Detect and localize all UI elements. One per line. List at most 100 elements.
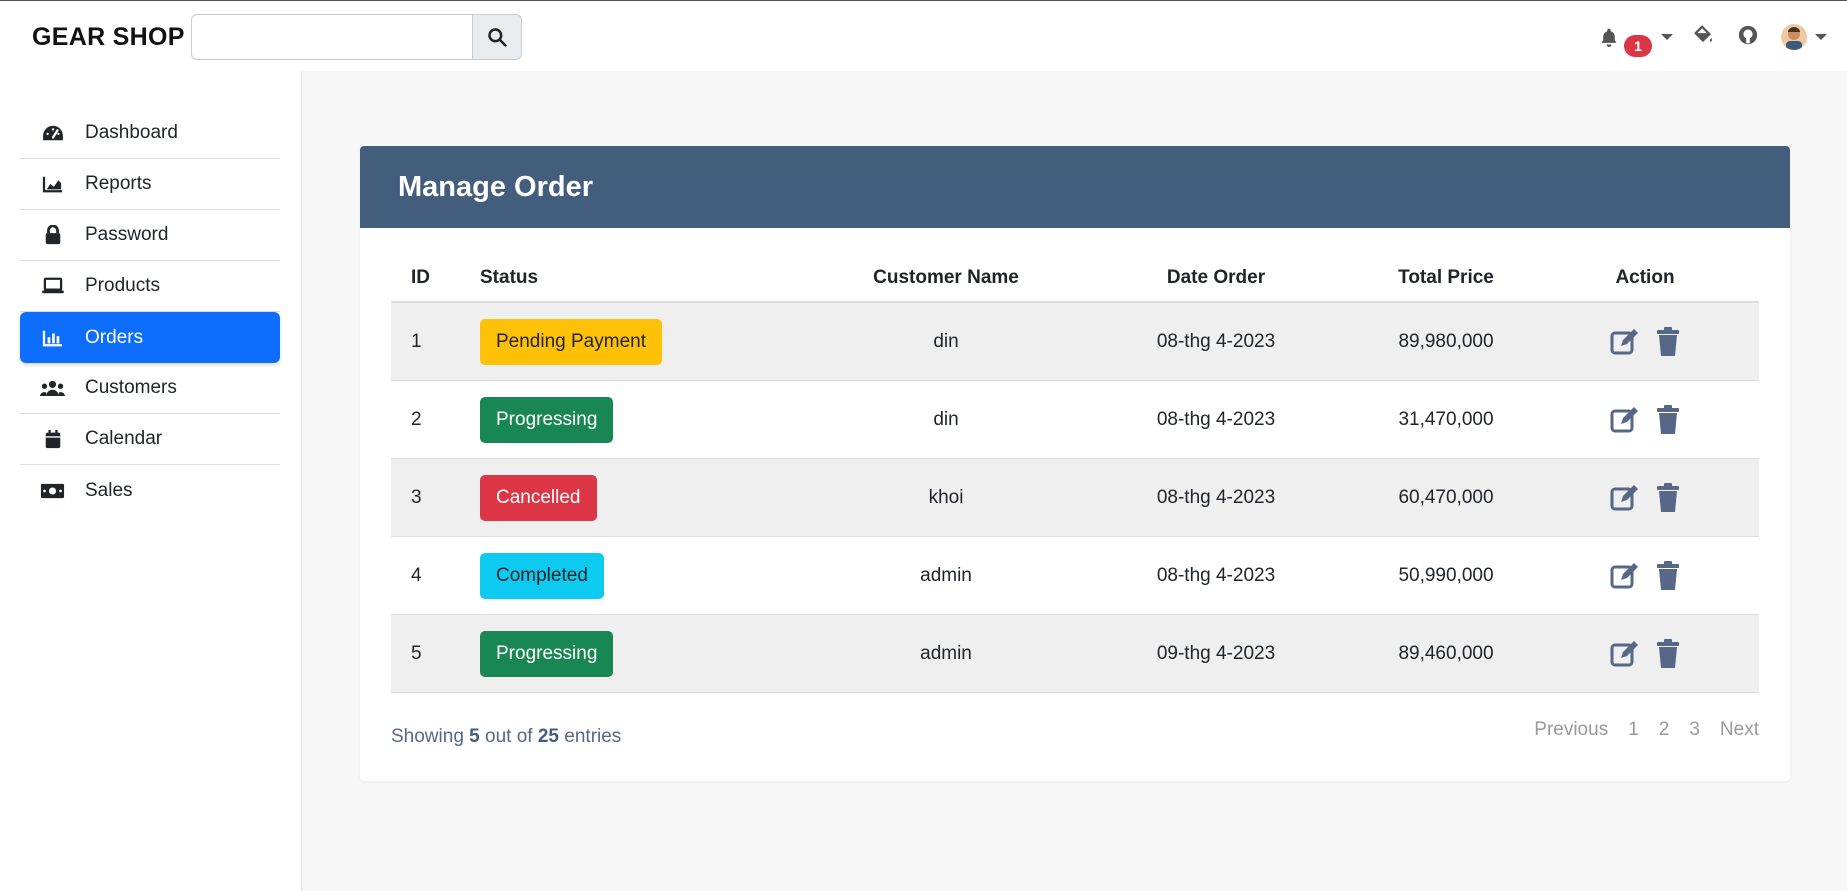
cell-date: 08-thg 4-2023	[1156, 408, 1276, 430]
notifications-dropdown[interactable]: 1	[1599, 26, 1673, 57]
cell-date: 08-thg 4-2023	[1156, 486, 1276, 508]
cell-customer: din	[933, 408, 959, 430]
cell-customer: admin	[920, 642, 972, 664]
header-action: Action	[1615, 267, 1675, 288]
sidebar-item-reports[interactable]: Reports	[20, 159, 280, 210]
row-actions	[1531, 404, 1759, 435]
edit-icon[interactable]	[1610, 639, 1640, 669]
card-header: Manage Order	[360, 146, 1790, 228]
sidebar-item-label: Password	[85, 224, 169, 245]
header-date[interactable]: Date Order	[1071, 267, 1361, 289]
gauge-icon	[40, 124, 65, 142]
orders-table: ID Status Customer Name Date Order Total…	[391, 255, 1759, 693]
table-row: 5 Progressing admin 09-thg 4-2023 89,460…	[391, 615, 1759, 693]
table-row: 3 Cancelled khoi 08-thg 4-2023 60,470,00…	[391, 459, 1759, 537]
chart-bar-icon	[40, 329, 65, 347]
summary-text: Showing	[391, 726, 464, 747]
cell-id: 2	[411, 408, 422, 430]
sidebar-item-label: Customers	[85, 377, 177, 398]
chart-area-icon	[40, 175, 65, 193]
cell-total: 31,470,000	[1398, 408, 1494, 430]
github-link[interactable]	[1737, 24, 1759, 51]
header-id[interactable]: ID	[391, 267, 480, 289]
header-customer[interactable]: Customer Name	[821, 267, 1071, 289]
table-row: 2 Progressing din 08-thg 4-2023 31,470,0…	[391, 381, 1759, 459]
sidebar-item-label: Reports	[85, 173, 152, 194]
users-icon	[40, 379, 65, 397]
table-row: 1 Pending Payment din 08-thg 4-2023 89,9…	[391, 303, 1759, 381]
total-count: 25	[537, 726, 559, 747]
cell-total: 60,470,000	[1398, 486, 1494, 508]
trash-icon[interactable]	[1656, 638, 1680, 669]
pagination: Previous 1 2 3 Next	[1534, 719, 1759, 741]
edit-icon[interactable]	[1610, 327, 1640, 357]
status-badge[interactable]: Completed	[480, 552, 604, 599]
pagination-page[interactable]: 3	[1689, 719, 1700, 741]
top-navbar: GEAR SHOP 1	[0, 0, 1847, 71]
cell-id: 3	[411, 486, 422, 508]
sidebar-item-label: Sales	[85, 479, 133, 501]
sidebar-item-label: Calendar	[85, 428, 163, 449]
search-button[interactable]	[472, 14, 522, 60]
avatar	[1781, 24, 1807, 50]
row-actions	[1531, 560, 1759, 591]
user-menu[interactable]	[1781, 24, 1827, 50]
trash-icon[interactable]	[1656, 404, 1680, 435]
search-input[interactable]	[191, 14, 473, 60]
brand-logo[interactable]: GEAR SHOP	[32, 23, 185, 52]
cell-total: 89,460,000	[1398, 642, 1494, 664]
page-title: Manage Order	[398, 171, 593, 204]
table-row: 4 Completed admin 08-thg 4-2023 50,990,0…	[391, 537, 1759, 615]
sidebar-item-sales[interactable]: Sales	[20, 465, 280, 516]
edit-icon[interactable]	[1610, 561, 1640, 591]
cell-customer: khoi	[928, 486, 964, 508]
status-badge[interactable]: Progressing	[480, 396, 614, 443]
status-badge[interactable]: Progressing	[480, 630, 614, 677]
sidebar-item-customers[interactable]: Customers	[20, 363, 280, 414]
header-total[interactable]: Total Price	[1361, 267, 1531, 289]
lock-icon	[40, 225, 65, 245]
cell-customer: din	[933, 330, 959, 352]
trash-icon[interactable]	[1656, 326, 1680, 357]
table-footer: Showing 5 out of 25 entries Previous 1 2…	[391, 719, 1759, 748]
status-badge[interactable]: Cancelled	[480, 474, 597, 521]
edit-icon[interactable]	[1610, 405, 1640, 435]
cell-date: 08-thg 4-2023	[1156, 564, 1276, 586]
trash-icon[interactable]	[1656, 482, 1680, 513]
sidebar-item-label: Dashboard	[85, 122, 178, 143]
row-actions	[1531, 482, 1759, 513]
topbar-actions: 1	[1599, 19, 1827, 57]
sidebar-item-label: Orders	[85, 326, 144, 348]
calendar-icon	[40, 429, 65, 449]
sidebar-item-orders[interactable]: Orders	[20, 312, 280, 363]
cell-total: 89,980,000	[1398, 330, 1494, 352]
cell-date: 09-thg 4-2023	[1156, 642, 1276, 664]
edit-icon[interactable]	[1610, 483, 1640, 513]
header-status[interactable]: Status	[480, 267, 821, 289]
pagination-previous[interactable]: Previous	[1534, 719, 1608, 741]
search-bar	[191, 14, 522, 60]
trash-icon[interactable]	[1656, 560, 1680, 591]
search-icon	[488, 28, 507, 47]
pagination-page[interactable]: 2	[1659, 719, 1670, 741]
sidebar-item-calendar[interactable]: Calendar	[20, 414, 280, 465]
shown-count: 5	[469, 726, 480, 747]
status-badge[interactable]: Pending Payment	[480, 318, 662, 365]
theme-button[interactable]	[1691, 24, 1715, 51]
cell-id: 4	[411, 564, 422, 586]
notification-badge: 1	[1624, 35, 1652, 57]
entries-summary: Showing 5 out of 25 entries	[391, 726, 621, 748]
paint-bucket-icon	[1694, 24, 1713, 42]
pagination-page[interactable]: 1	[1628, 719, 1639, 741]
chevron-down-icon	[1815, 34, 1827, 40]
sidebar-nav: Dashboard Reports Password Products Orde…	[20, 108, 280, 516]
title-prefix: Manage	[398, 170, 506, 203]
laptop-icon	[40, 277, 65, 295]
summary-text: entries	[564, 726, 622, 747]
sidebar-item-products[interactable]: Products	[20, 261, 280, 312]
table-header: ID Status Customer Name Date Order Total…	[391, 255, 1759, 303]
sidebar-item-dashboard[interactable]: Dashboard	[20, 108, 280, 159]
sidebar-item-password[interactable]: Password	[20, 210, 280, 261]
pagination-next[interactable]: Next	[1720, 719, 1759, 741]
bell-icon	[1601, 28, 1617, 47]
